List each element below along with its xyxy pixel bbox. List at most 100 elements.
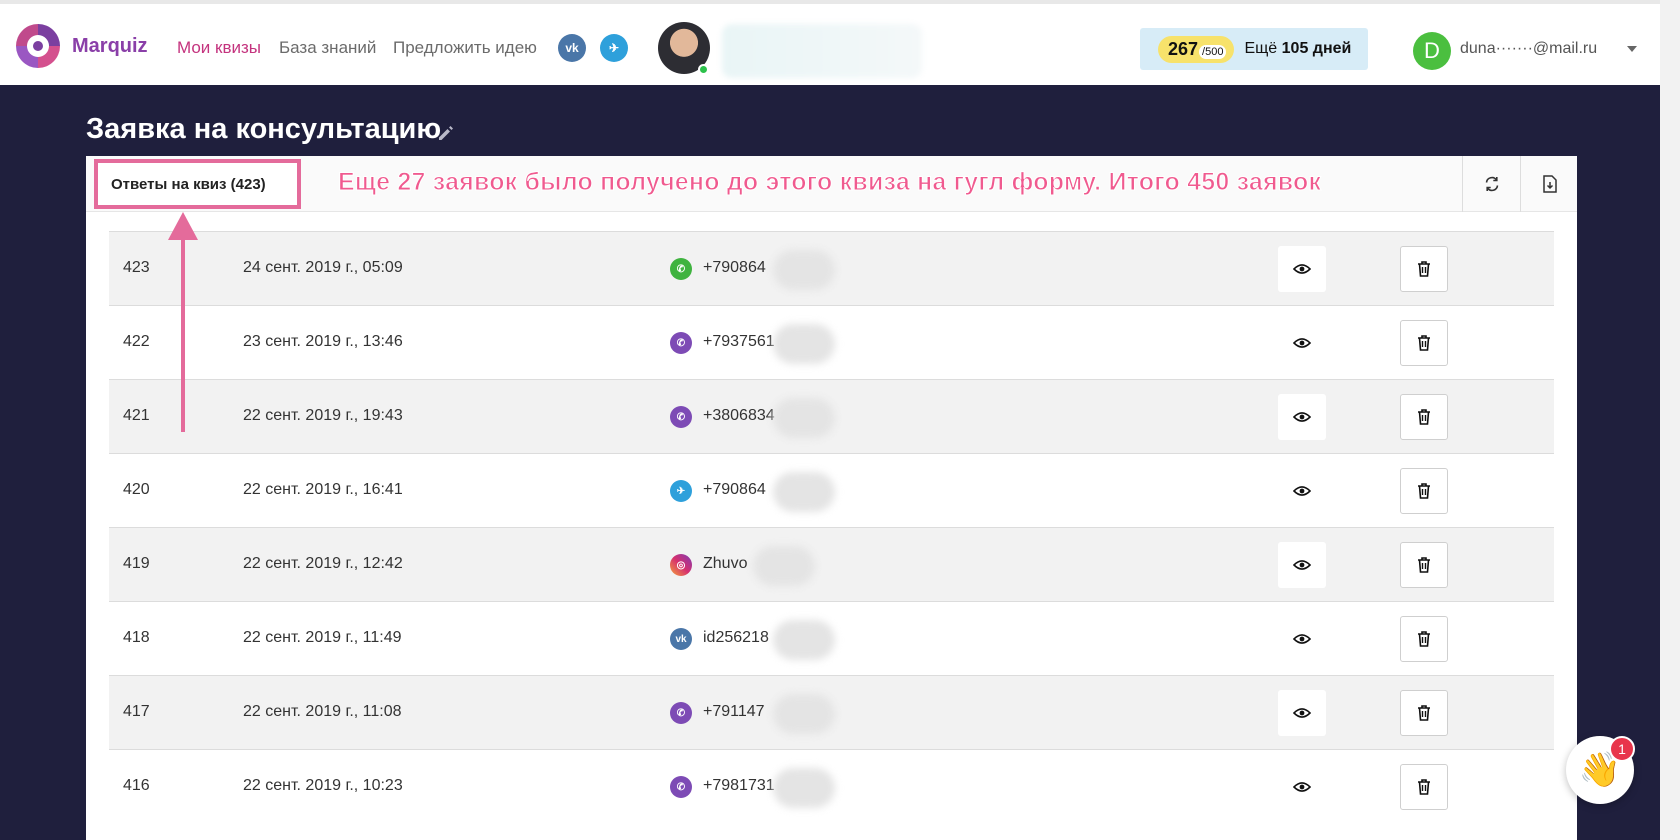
user-avatar[interactable]: D (1413, 32, 1451, 70)
table-row[interactable]: 423 24 сент. 2019 г., 05:09 ✆ +790864 (109, 231, 1554, 305)
response-contact: +3806834 (703, 407, 775, 424)
response-contact: +790864 (703, 481, 766, 498)
response-contact: +790864 (703, 259, 766, 276)
eye-icon (1293, 782, 1311, 792)
response-date: 22 сент. 2019 г., 16:41 (243, 481, 403, 498)
response-id: 423 (123, 259, 150, 276)
top-navbar: Marquiz Мои квизы База знаний Предложить… (0, 0, 1660, 85)
quota-badge[interactable]: 267/500 Ещё 105 дней (1140, 28, 1368, 70)
eye-icon (1293, 338, 1311, 348)
whatsapp-icon: ✆ (670, 258, 692, 280)
view-button[interactable] (1278, 468, 1326, 514)
viber-icon: ✆ (670, 406, 692, 428)
table-row[interactable]: 416 22 сент. 2019 г., 10:23 ✆ +7981731 (109, 749, 1554, 823)
edit-pencil-icon[interactable] (437, 124, 455, 142)
eye-icon (1293, 708, 1311, 718)
responses-table: 423 24 сент. 2019 г., 05:09 ✆ +790864 422 23 … (109, 231, 1554, 823)
viber-icon: ✆ (670, 332, 692, 354)
response-contact: id256218 (703, 629, 769, 646)
delete-button[interactable] (1400, 764, 1448, 810)
blurred-contact (773, 324, 835, 364)
view-button[interactable] (1278, 394, 1326, 440)
delete-button[interactable] (1400, 468, 1448, 514)
response-id: 421 (123, 407, 150, 424)
trash-icon (1418, 483, 1430, 499)
response-date: 22 сент. 2019 г., 12:42 (243, 555, 403, 572)
response-contact: +7981731 (703, 777, 775, 794)
panel-header: Ответы на квиз (423) Еще 27 заявок было … (86, 156, 1577, 212)
telegram-icon[interactable]: ✈ (600, 34, 628, 62)
blurred-contact (773, 620, 835, 660)
page-title: Заявка на консультацию (86, 113, 442, 145)
eye-icon (1293, 412, 1311, 422)
response-date: 23 сент. 2019 г., 13:46 (243, 333, 403, 350)
table-row[interactable]: 419 22 сент. 2019 г., 12:42 ◎ Zhuvo (109, 527, 1554, 601)
telegram-icon: ✈ (670, 480, 692, 502)
viber-icon: ✆ (670, 776, 692, 798)
rows-wrapper: 423 24 сент. 2019 г., 05:09 ✆ +790864 422 23 … (86, 156, 1577, 840)
vk-icon: vk (670, 628, 692, 650)
trash-icon (1418, 779, 1430, 795)
logo[interactable]: Marquiz (16, 24, 148, 68)
subscription-days: Ещё 105 дней (1244, 40, 1352, 57)
eye-icon (1293, 560, 1311, 570)
online-status-icon (698, 64, 709, 75)
blurred-contact-info (722, 24, 922, 78)
response-contact: +7937561 (703, 333, 775, 350)
user-email[interactable]: duna·······@mail.ru (1460, 40, 1597, 58)
view-button[interactable] (1278, 690, 1326, 736)
vk-icon[interactable]: vk (558, 34, 586, 62)
delete-button[interactable] (1400, 320, 1448, 366)
nav-knowledge-base[interactable]: База знаний (279, 38, 376, 58)
response-id: 417 (123, 703, 150, 720)
delete-button[interactable] (1400, 690, 1448, 736)
blurred-contact (773, 398, 835, 438)
blurred-contact (773, 250, 835, 290)
window-edge (1660, 0, 1680, 840)
file-download-icon (1542, 175, 1557, 193)
blurred-contact (753, 546, 815, 586)
trash-icon (1418, 409, 1430, 425)
logo-text: Marquiz (72, 34, 148, 57)
viber-icon: ✆ (670, 702, 692, 724)
trash-icon (1418, 261, 1430, 277)
delete-button[interactable] (1400, 542, 1448, 588)
response-date: 22 сент. 2019 г., 10:23 (243, 777, 403, 794)
response-id: 419 (123, 555, 150, 572)
view-button[interactable] (1278, 320, 1326, 366)
eye-icon (1293, 486, 1311, 496)
refresh-button[interactable] (1463, 156, 1520, 212)
response-contact: +791147 (703, 703, 765, 720)
blurred-contact (773, 768, 835, 808)
response-date: 24 сент. 2019 г., 05:09 (243, 259, 403, 276)
response-id: 416 (123, 777, 150, 794)
chat-notification-badge: 1 (1609, 736, 1635, 762)
table-row[interactable]: 422 23 сент. 2019 г., 13:46 ✆ +7937561 (109, 305, 1554, 379)
table-row[interactable]: 421 22 сент. 2019 г., 19:43 ✆ +3806834 (109, 379, 1554, 453)
nav-my-quizzes[interactable]: Мои квизы (177, 38, 261, 58)
eye-icon (1293, 264, 1311, 274)
chevron-down-icon[interactable] (1627, 46, 1637, 52)
table-row[interactable]: 417 22 сент. 2019 г., 11:08 ✆ +791147 (109, 675, 1554, 749)
nav-suggest-idea[interactable]: Предложить идею (393, 38, 537, 58)
view-button[interactable] (1278, 246, 1326, 292)
response-date: 22 сент. 2019 г., 19:43 (243, 407, 403, 424)
blurred-contact (773, 472, 835, 512)
table-row[interactable]: 418 22 сент. 2019 г., 11:49 vk id256218 (109, 601, 1554, 675)
table-row[interactable]: 420 22 сент. 2019 г., 16:41 ✈ +790864 (109, 453, 1554, 527)
trash-icon (1418, 705, 1430, 721)
response-id: 418 (123, 629, 150, 646)
annotation-text: Еще 27 заявок было получено до этого кви… (337, 168, 1322, 197)
response-date: 22 сент. 2019 г., 11:49 (243, 629, 402, 646)
delete-button[interactable] (1400, 246, 1448, 292)
tab-quiz-responses[interactable]: Ответы на квиз (423) (94, 159, 301, 209)
delete-button[interactable] (1400, 616, 1448, 662)
view-button[interactable] (1278, 764, 1326, 810)
response-date: 22 сент. 2019 г., 11:08 (243, 703, 402, 720)
instagram-icon: ◎ (670, 554, 692, 576)
view-button[interactable] (1278, 542, 1326, 588)
export-button[interactable] (1521, 156, 1578, 212)
view-button[interactable] (1278, 616, 1326, 662)
delete-button[interactable] (1400, 394, 1448, 440)
trash-icon (1418, 335, 1430, 351)
